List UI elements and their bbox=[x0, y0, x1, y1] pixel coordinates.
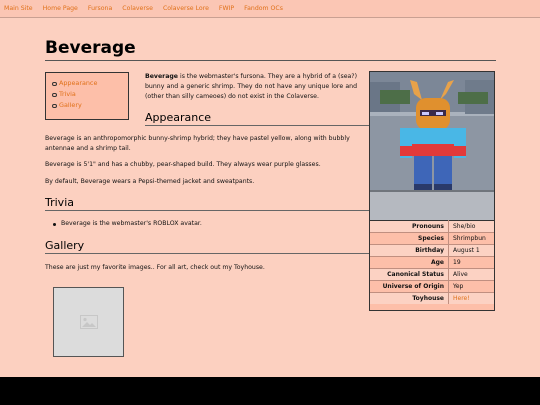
infobox-row: Pronouns She/bio bbox=[370, 220, 494, 233]
title-divider bbox=[45, 60, 496, 61]
bottom-black-bar bbox=[0, 377, 540, 405]
infobox-row: Canonical Status Alive bbox=[370, 268, 494, 281]
nav-link-home-page[interactable]: Home Page bbox=[43, 5, 78, 12]
appearance-heading: Appearance bbox=[145, 111, 212, 124]
trivia-divider bbox=[45, 210, 371, 211]
roblox-avatar-render bbox=[370, 72, 494, 220]
nav-link-colaverse[interactable]: Colaverse bbox=[122, 5, 153, 12]
infobox-key: Canonical Status bbox=[370, 268, 449, 281]
nav-link-fursona[interactable]: Fursona bbox=[88, 5, 112, 12]
gallery-divider bbox=[45, 253, 371, 254]
appearance-divider bbox=[145, 125, 371, 126]
nav-link-main-site[interactable]: Main Site bbox=[4, 5, 33, 12]
infobox-key: Toyhouse bbox=[370, 292, 449, 304]
intro-name: Beverage bbox=[145, 73, 178, 80]
infobox-row: Birthday August 1 bbox=[370, 244, 494, 257]
infobox-value: She/bio bbox=[448, 220, 494, 233]
infobox-value: Yep bbox=[448, 280, 494, 293]
infobox-key: Pronouns bbox=[370, 220, 449, 233]
infobox-key: Birthday bbox=[370, 244, 449, 257]
toc-link-gallery[interactable]: Gallery bbox=[52, 101, 128, 109]
nav-link-fandom-ocs[interactable]: Fandom OCs bbox=[244, 5, 283, 12]
infobox-value: Shrimpbun bbox=[448, 232, 494, 245]
trivia-item: Beverage is the webmaster's ROBLOX avata… bbox=[53, 220, 202, 227]
infobox-value: 19 bbox=[448, 256, 494, 269]
page-title: Beverage bbox=[45, 38, 136, 58]
appearance-paragraph-3: By default, Beverage wears a Pepsi-theme… bbox=[45, 178, 255, 185]
table-of-contents: Appearance Trivia Gallery bbox=[45, 72, 129, 120]
nav-link-colaverse-lore[interactable]: Colaverse Lore bbox=[163, 5, 209, 12]
appearance-paragraph-2: Beverage is 5'1" and has a chubby, pear-… bbox=[45, 161, 321, 168]
appearance-paragraph-1: Beverage is an anthropomorphic bunny-shr… bbox=[45, 135, 350, 152]
gallery-thumbnail[interactable] bbox=[53, 287, 124, 357]
gallery-text: These are just my favorite images.. For … bbox=[45, 264, 265, 271]
infobox-key: Species bbox=[370, 232, 449, 245]
avatar-image bbox=[370, 72, 494, 220]
infobox-table: Pronouns She/bio Species Shrimpbun Birthda… bbox=[370, 220, 494, 304]
infobox-row: Toyhouse Here! bbox=[370, 292, 494, 304]
infobox-key: Universe of Origin bbox=[370, 280, 449, 293]
infobox-row: Universe of Origin Yep bbox=[370, 280, 494, 293]
infobox-row: Age 19 bbox=[370, 256, 494, 269]
infobox-row: Species Shrimpbun bbox=[370, 232, 494, 245]
trivia-heading: Trivia bbox=[45, 196, 74, 209]
gallery-heading: Gallery bbox=[45, 239, 85, 252]
toc-link-appearance[interactable]: Appearance bbox=[52, 79, 128, 87]
toc-link-trivia[interactable]: Trivia bbox=[52, 90, 128, 98]
infobox-value: Alive bbox=[448, 268, 494, 281]
nav-link-fwip[interactable]: FWIP bbox=[219, 5, 234, 12]
top-navbar: Main Site Home Page Fursona Colaverse Co… bbox=[0, 0, 540, 18]
page: Main Site Home Page Fursona Colaverse Co… bbox=[0, 0, 540, 377]
character-infobox: Pronouns She/bio Species Shrimpbun Birthda… bbox=[369, 71, 495, 311]
image-placeholder-icon bbox=[79, 315, 98, 329]
infobox-key: Age bbox=[370, 256, 449, 269]
intro-paragraph: Beverage is the webmaster's fursona. The… bbox=[145, 72, 357, 102]
infobox-value: August 1 bbox=[448, 244, 494, 257]
toyhouse-link[interactable]: Here! bbox=[453, 295, 470, 302]
